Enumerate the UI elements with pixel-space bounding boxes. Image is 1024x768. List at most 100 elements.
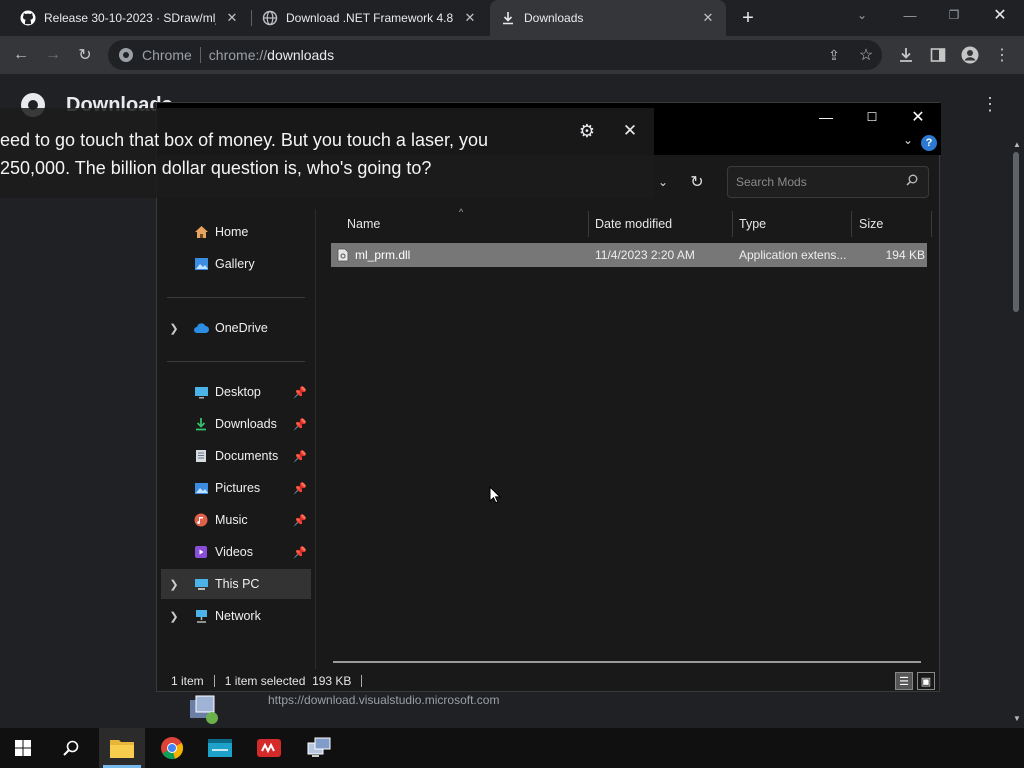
file-type: Application extens...: [739, 248, 847, 262]
folder-icon: [110, 740, 134, 758]
scrollbar-thumb[interactable]: [1013, 152, 1019, 312]
site-chip: Chrome: [142, 47, 192, 63]
column-separator[interactable]: [931, 211, 932, 237]
red-app-icon: [257, 739, 281, 757]
settings-gear-icon[interactable]: ⚙: [576, 120, 598, 142]
nav-item-home[interactable]: Home: [161, 217, 311, 247]
bookmark-star-icon[interactable]: ☆: [855, 44, 877, 66]
nav-item-this-pc[interactable]: ❯ This PC: [161, 569, 311, 599]
column-header-name[interactable]: Name: [347, 213, 587, 235]
search-input[interactable]: Search Mods: [727, 166, 929, 198]
address-dropdown-icon[interactable]: ⌄: [653, 169, 673, 195]
profile-icon[interactable]: [959, 44, 981, 66]
pin-icon[interactable]: 📌: [293, 482, 307, 495]
nav-item-downloads[interactable]: Downloads 📌: [161, 409, 311, 439]
taskbar-app-window[interactable]: [197, 728, 243, 768]
nav-item-documents[interactable]: Documents 📌: [161, 441, 311, 471]
chrome-menu-icon[interactable]: ⋮: [991, 44, 1013, 66]
column-separator[interactable]: [851, 211, 852, 237]
file-size: 194 KB: [885, 248, 925, 262]
desktop-icon: [193, 384, 209, 400]
nav-item-onedrive[interactable]: ❯ OneDrive: [161, 313, 311, 343]
nav-item-network[interactable]: ❯ Network: [161, 601, 311, 631]
nav-item-music[interactable]: Music 📌: [161, 505, 311, 535]
scroll-down-icon[interactable]: ▼: [1013, 714, 1021, 724]
taskbar-remote-desktop[interactable]: [296, 728, 342, 768]
remote-desktop-icon: [307, 737, 331, 757]
column-header-date[interactable]: Date modified: [595, 213, 731, 235]
music-icon: [193, 512, 209, 528]
expand-ribbon-icon[interactable]: ⌄: [899, 133, 917, 151]
expand-chevron-icon[interactable]: ❯: [161, 610, 187, 623]
column-header-type[interactable]: Type: [739, 213, 849, 235]
pin-icon[interactable]: 📌: [293, 546, 307, 559]
home-icon: [193, 224, 209, 240]
close-window-button[interactable]: ✕: [980, 0, 1020, 30]
back-icon[interactable]: ←: [10, 44, 32, 66]
file-row[interactable]: ml_prm.dll 11/4/2023 2:20 AM Application…: [331, 243, 927, 267]
close-icon[interactable]: ✕: [224, 10, 240, 26]
column-header-size[interactable]: Size: [859, 213, 929, 235]
share-icon[interactable]: ⇪: [823, 44, 845, 66]
nav-item-videos[interactable]: Videos 📌: [161, 537, 311, 567]
help-icon[interactable]: ?: [921, 135, 937, 151]
scroll-up-icon[interactable]: ▲: [1013, 140, 1021, 150]
downloads-toolbar-icon[interactable]: [895, 44, 917, 66]
pin-icon[interactable]: 📌: [293, 386, 307, 399]
start-button[interactable]: [0, 728, 46, 768]
expand-chevron-icon[interactable]: ❯: [161, 578, 187, 591]
forward-icon[interactable]: →: [42, 44, 64, 66]
chip-divider: [199, 47, 201, 63]
side-panel-icon[interactable]: [927, 44, 949, 66]
tab-downloads[interactable]: Downloads ✕: [490, 0, 726, 36]
caption-close-icon[interactable]: ✕: [619, 120, 641, 142]
taskbar-chrome[interactable]: [149, 728, 195, 768]
close-icon[interactable]: ✕: [700, 10, 716, 26]
taskbar-search-button[interactable]: [48, 728, 94, 768]
globe-icon: [262, 10, 278, 26]
tab-search-icon[interactable]: ⌄: [852, 8, 872, 26]
close-icon[interactable]: ✕: [462, 10, 478, 26]
pictures-icon: [193, 480, 209, 496]
refresh-icon[interactable]: ↻: [685, 169, 709, 195]
reload-icon[interactable]: ↻: [74, 44, 96, 66]
nav-item-desktop[interactable]: Desktop 📌: [161, 377, 311, 407]
minimize-button[interactable]: —: [890, 0, 930, 30]
download-icon: [500, 10, 516, 26]
explorer-minimize-button[interactable]: —: [803, 103, 849, 131]
column-separator[interactable]: [732, 211, 733, 237]
pane-splitter[interactable]: [315, 209, 316, 669]
file-date: 11/4/2023 2:20 AM: [595, 248, 695, 262]
selection-info: 1 item selected 193 KB: [224, 674, 352, 688]
live-caption-box: eed to go touch that box of money. But y…: [0, 108, 562, 198]
download-source-url[interactable]: https://download.visualstudio.microsoft.…: [268, 693, 499, 707]
large-icons-view-icon[interactable]: ▣: [917, 672, 935, 690]
tab-dotnet-download[interactable]: Download .NET Framework 4.8 V ✕: [252, 0, 488, 36]
explorer-maximize-button[interactable]: ☐: [849, 103, 895, 131]
downloads-more-icon[interactable]: ⋮: [980, 94, 1000, 116]
new-tab-button[interactable]: +: [736, 6, 760, 30]
details-view-icon[interactable]: ☰: [895, 672, 913, 690]
nav-item-pictures[interactable]: Pictures 📌: [161, 473, 311, 503]
network-icon: [193, 608, 209, 624]
nav-item-gallery[interactable]: Gallery: [161, 249, 311, 279]
gallery-icon: [193, 256, 209, 272]
restore-button[interactable]: ❐: [934, 0, 974, 30]
mouse-cursor-icon: [489, 485, 502, 504]
tab-github-release[interactable]: Release 30-10-2023 · SDraw/ml_ ✕: [10, 0, 250, 36]
search-icon: [906, 174, 918, 189]
taskbar-red-app[interactable]: [246, 728, 292, 768]
installer-file-icon: [186, 694, 220, 728]
explorer-close-button[interactable]: ✕: [895, 103, 941, 131]
expand-chevron-icon[interactable]: ❯: [161, 322, 187, 335]
page-scrollbar[interactable]: ▲ ▼: [1010, 140, 1022, 730]
taskbar-file-explorer[interactable]: [99, 728, 145, 768]
pin-icon[interactable]: 📌: [293, 450, 307, 463]
videos-icon: [193, 544, 209, 560]
column-separator[interactable]: [588, 211, 589, 237]
address-bar[interactable]: Chrome chrome://downloads: [108, 40, 882, 70]
horizontal-scrollbar[interactable]: [333, 661, 921, 663]
pin-icon[interactable]: 📌: [293, 418, 307, 431]
pin-icon[interactable]: 📌: [293, 514, 307, 527]
status-bar: 1 item 1 item selected 193 KB: [157, 669, 941, 693]
